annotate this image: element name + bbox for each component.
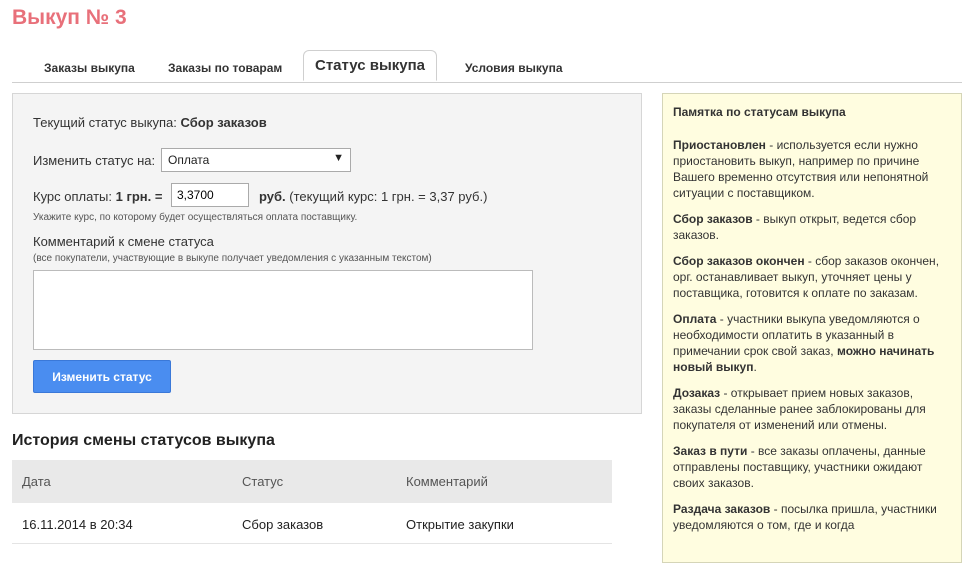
tab-bar: Заказы выкупа Заказы по товарам Статус в… xyxy=(12,50,962,83)
column-header-status: Статус xyxy=(242,474,284,489)
column-header-date: Дата xyxy=(22,474,51,489)
rate-suffix-group: руб. (текущий курс: 1 грн. = 3,37 руб.) xyxy=(259,189,487,204)
row-status: Сбор заказов xyxy=(242,517,324,532)
status-select-value: Оплата xyxy=(168,153,210,167)
rate-label: Курс оплаты: xyxy=(33,189,112,204)
comment-textarea[interactable] xyxy=(33,270,533,350)
status-select[interactable]: Оплата ▼ xyxy=(161,148,351,172)
page-title: Выкуп № 3 xyxy=(12,6,127,29)
tab-status[interactable]: Статус выкупа xyxy=(303,50,438,81)
current-status-label: Текущий статус выкупа: xyxy=(33,115,177,130)
current-status-value: Сбор заказов xyxy=(180,115,267,130)
history-table: Дата Статус Комментарий 16.11.2014 в 20:… xyxy=(12,460,612,544)
rate-unit: руб. xyxy=(259,189,286,204)
memo-term: Сбор заказов окончен xyxy=(673,254,805,268)
tab-conditions[interactable]: Условия выкупа xyxy=(465,57,563,79)
memo-item-in-transit: Заказ в пути - все заказы оплачены, данн… xyxy=(673,443,951,491)
memo-item-collecting: Сбор заказов - выкуп открыт, ведется сбо… xyxy=(673,211,951,243)
memo-item-collecting-finished: Сбор заказов окончен - сбор заказов окон… xyxy=(673,253,951,301)
comment-hint: (все покупатели, участвующие в выкупе по… xyxy=(33,253,432,264)
memo-item-distribution: Раздача заказов - посылка пришла, участн… xyxy=(673,501,951,533)
dropdown-arrow-icon: ▼ xyxy=(333,152,344,164)
table-row: 16.11.2014 в 20:34 Сбор заказов Открытие… xyxy=(12,503,612,544)
row-comment: Открытие закупки xyxy=(406,517,514,532)
current-status-row: Текущий статус выкупа: Сбор заказов xyxy=(33,115,267,130)
rate-label-group: Курс оплаты: 1 грн. = xyxy=(33,189,162,204)
memo-title: Памятка по статусам выкупа xyxy=(673,105,846,119)
status-memo: Памятка по статусам выкупа Приостановлен… xyxy=(662,93,962,563)
rate-input[interactable] xyxy=(171,183,249,207)
comment-label: Комментарий к смене статуса xyxy=(33,234,214,249)
column-header-comment: Комментарий xyxy=(406,474,488,489)
memo-tail: . xyxy=(753,360,757,374)
change-status-label: Изменить статус на: xyxy=(33,153,156,168)
tab-orders[interactable]: Заказы выкупа xyxy=(44,57,135,79)
memo-term: Раздача заказов xyxy=(673,502,771,516)
rate-hint: Укажите курс, по которому будет осуществ… xyxy=(33,212,358,223)
row-date: 16.11.2014 в 20:34 xyxy=(22,517,133,532)
status-panel: Текущий статус выкупа: Сбор заказов Изме… xyxy=(12,93,642,414)
memo-item-paused: Приостановлен - используется если нужно … xyxy=(673,137,951,201)
memo-term: Заказ в пути xyxy=(673,444,748,458)
table-header: Дата Статус Комментарий xyxy=(12,460,612,503)
memo-item-additional-order: Дозаказ - открывает прием новых заказов,… xyxy=(673,385,951,433)
memo-term: Дозаказ xyxy=(673,386,721,400)
rate-prefix: 1 грн. = xyxy=(115,189,163,204)
change-status-button[interactable]: Изменить статус xyxy=(33,360,171,393)
rate-current: (текущий курс: 1 грн. = 3,37 руб.) xyxy=(289,189,488,204)
memo-item-payment: Оплата - участники выкупа уведомляются о… xyxy=(673,311,951,375)
history-title: История смены статусов выкупа xyxy=(12,432,275,449)
memo-term: Сбор заказов xyxy=(673,212,753,226)
tab-orders-by-product[interactable]: Заказы по товарам xyxy=(168,57,282,79)
memo-term: Приостановлен xyxy=(673,138,766,152)
memo-term: Оплата xyxy=(673,312,717,326)
